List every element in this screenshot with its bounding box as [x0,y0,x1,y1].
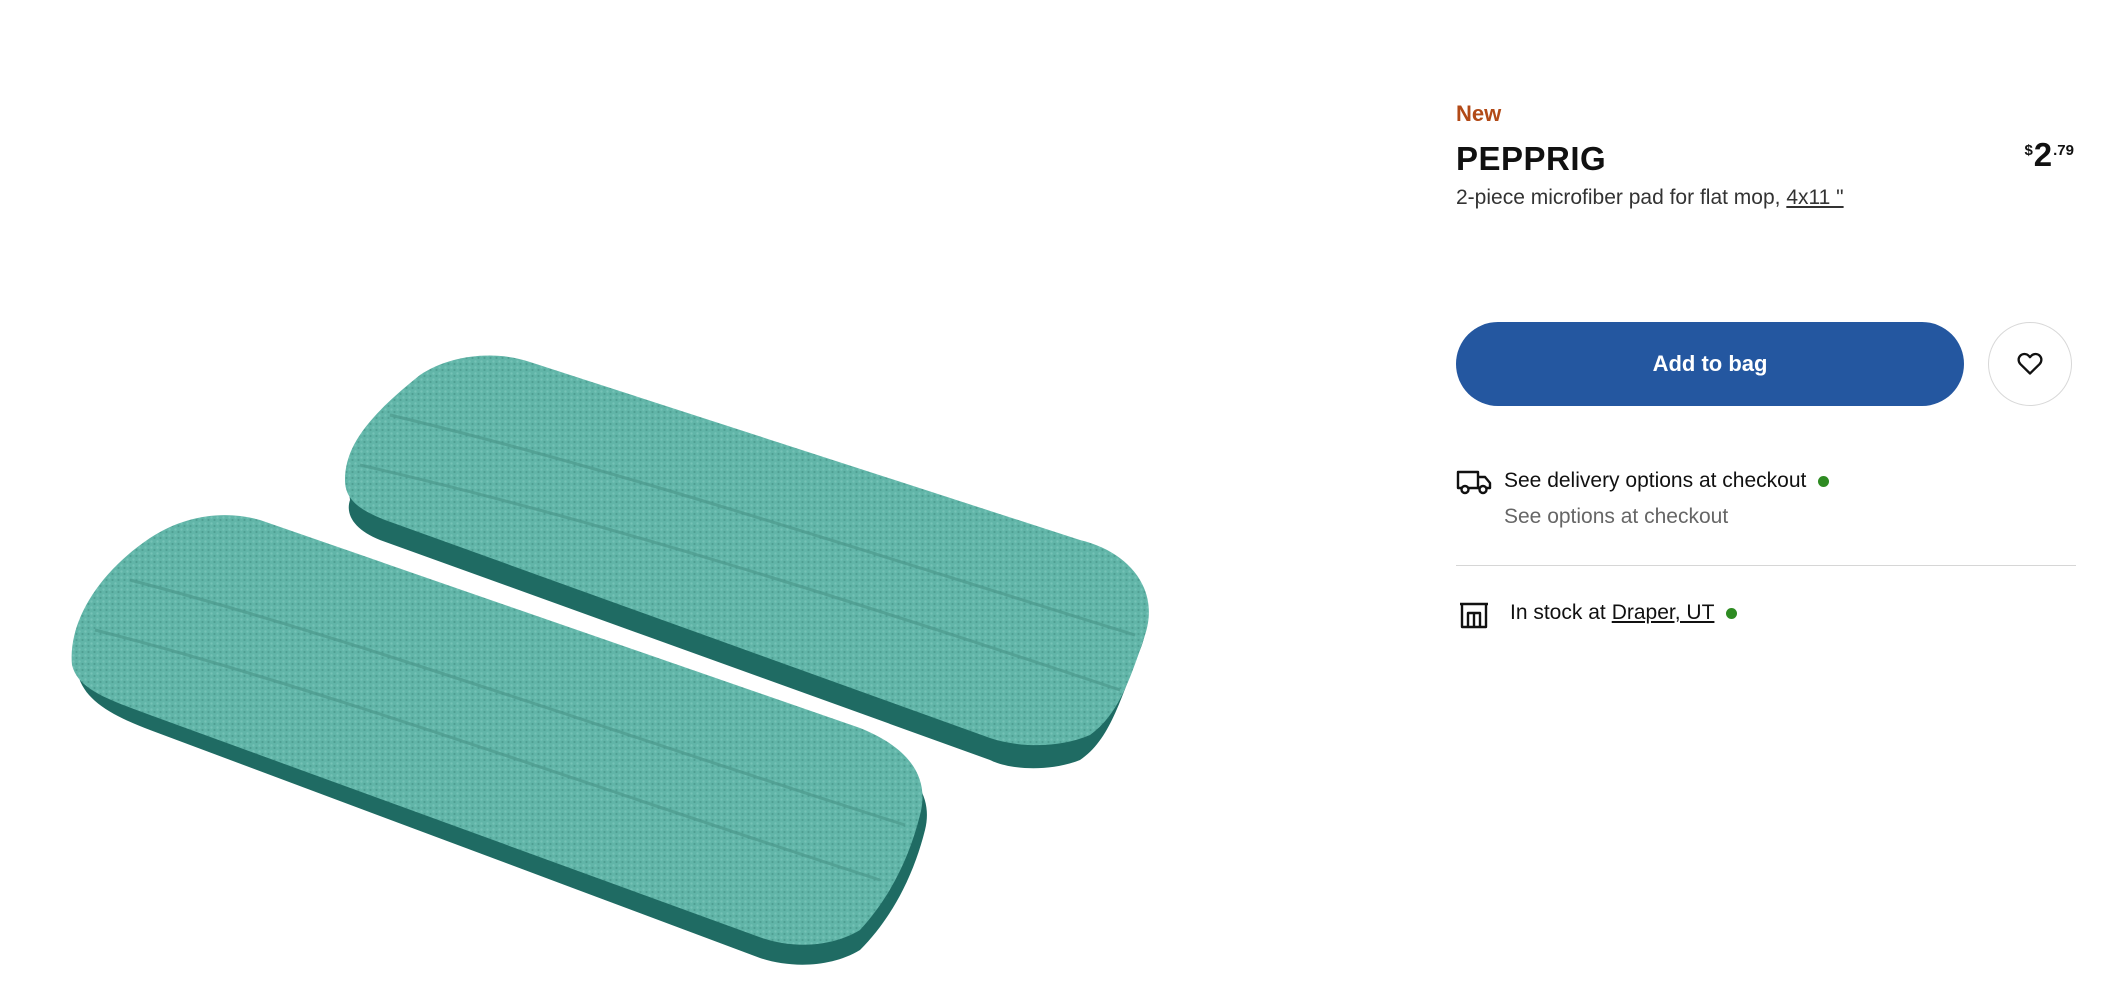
product-name: PEPPRIG [1456,140,1607,177]
delivery-title: See delivery options at checkout [1504,469,1807,492]
section-divider [1456,565,2076,566]
size-link[interactable]: 4x11 " [1786,186,1843,209]
heart-icon [2017,352,2043,375]
product-image[interactable] [0,0,1380,988]
product-price: $ 2 .79 [2024,138,2074,171]
microfiber-pads-illustration [71,355,1149,965]
new-badge: New [1456,101,1502,126]
product-page: New PEPPRIG $ 2 .79 2-piece microfiber p… [0,0,2122,988]
stock-status-dot [1726,607,1738,619]
description-text: 2-piece microfiber pad for flat mop, [1456,186,1781,209]
product-description: 2-piece microfiber pad for flat mop, 4x1… [1456,186,1844,210]
store-icon [1460,602,1488,629]
truck-icon [1456,470,1492,495]
delivery-subtitle: See options at checkout [1504,505,1729,528]
favorite-button[interactable] [1988,322,2072,406]
price-decimal: .79 [2053,142,2074,159]
delivery-title-row: See delivery options at checkout [1504,469,1830,493]
stock-text-row: In stock at Draper, UT [1510,601,1738,625]
price-integer: 2 [2033,136,2053,173]
price-currency: $ [2024,142,2033,159]
add-to-bag-button[interactable]: Add to bag [1456,322,1964,406]
product-info: New PEPPRIG $ 2 .79 2-piece microfiber p… [1456,0,2076,988]
store-link[interactable]: Draper, UT [1612,601,1715,625]
delivery-status-dot [1818,475,1830,487]
stock-prefix: In stock at [1510,601,1606,624]
